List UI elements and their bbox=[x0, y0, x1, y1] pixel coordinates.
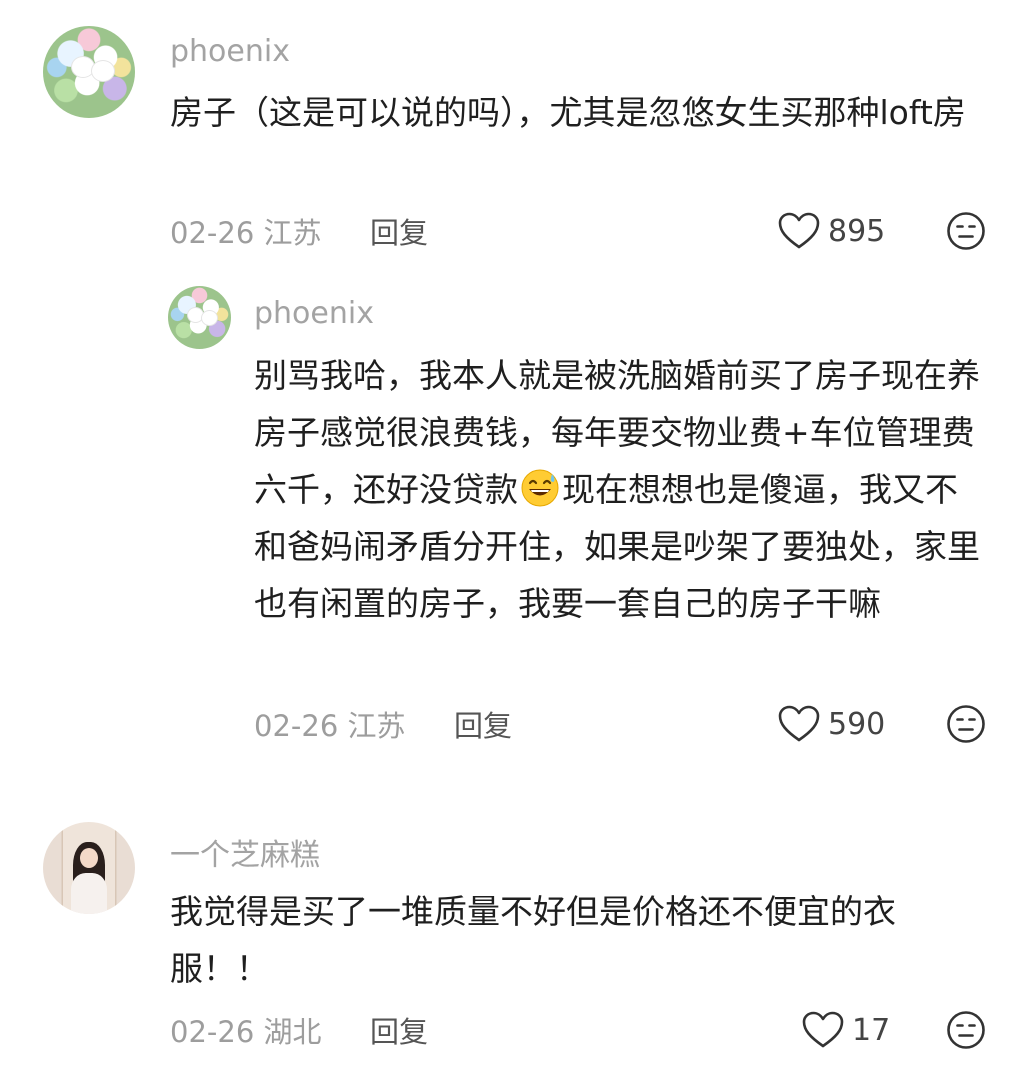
comment-location: 江苏 bbox=[347, 709, 406, 743]
username[interactable]: phoenix bbox=[254, 296, 374, 331]
grinning-sweat-emoji bbox=[521, 469, 559, 507]
reply-button[interactable]: 回复 bbox=[454, 703, 512, 745]
neutral-face-icon[interactable] bbox=[946, 211, 986, 251]
avatar[interactable] bbox=[43, 26, 135, 118]
like-button[interactable]: 895 bbox=[778, 212, 885, 250]
username[interactable]: phoenix bbox=[170, 34, 290, 69]
comment-text: 房子（这是可以说的吗），尤其是忽悠女生买那种loft房 bbox=[170, 93, 966, 132]
comment-date: 02-26 bbox=[254, 709, 339, 743]
comment-text: 别骂我哈，我本人就是被洗脑婚前买了房子现在养房子感觉很浪费钱，每年要交物业费+车… bbox=[254, 347, 989, 632]
username[interactable]: 一个芝麻糕 bbox=[170, 830, 320, 874]
like-count: 17 bbox=[852, 1012, 891, 1048]
like-count: 895 bbox=[828, 213, 886, 249]
avatar[interactable] bbox=[43, 822, 135, 914]
reply-button[interactable]: 回复 bbox=[370, 1009, 428, 1051]
heart-outline-icon bbox=[802, 1011, 844, 1048]
comment-date: 02-26 bbox=[170, 1015, 255, 1049]
like-button[interactable]: 17 bbox=[802, 1011, 890, 1049]
comment-meta: 02-26 湖北 bbox=[170, 1009, 322, 1051]
comment-meta: 02-26 江苏 bbox=[254, 703, 406, 745]
comment-date: 02-26 bbox=[170, 216, 255, 250]
comment-meta: 02-26 江苏 bbox=[170, 210, 322, 252]
like-count: 590 bbox=[828, 706, 886, 742]
comment-text: 我觉得是买了一堆质量不好但是价格还不便宜的衣服！！ bbox=[170, 892, 896, 988]
neutral-face-icon[interactable] bbox=[946, 704, 986, 744]
like-button[interactable]: 590 bbox=[778, 705, 885, 743]
heart-outline-icon bbox=[778, 212, 820, 249]
reply-button[interactable]: 回复 bbox=[370, 210, 428, 252]
comment-location: 湖北 bbox=[263, 1015, 322, 1049]
heart-outline-icon bbox=[778, 705, 820, 742]
comment-location: 江苏 bbox=[263, 216, 322, 250]
neutral-face-icon[interactable] bbox=[946, 1010, 986, 1050]
avatar[interactable] bbox=[168, 286, 231, 349]
